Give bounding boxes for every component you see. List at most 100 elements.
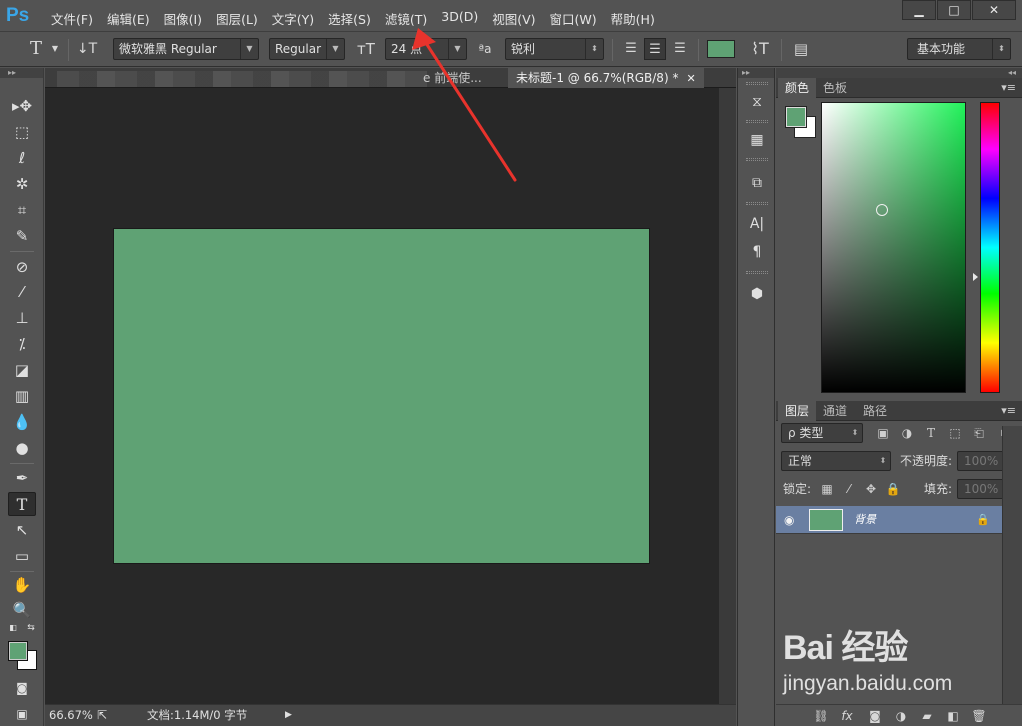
- blur-tool-icon[interactable]: 💧: [8, 410, 36, 434]
- lock-image-pixels-icon[interactable]: ⁄: [840, 479, 858, 499]
- pen-tool-icon[interactable]: ✒: [8, 466, 36, 490]
- type-tool-preset-icon[interactable]: T: [24, 38, 48, 60]
- antialias-value: 锐利: [511, 42, 536, 56]
- clone-source-panel-icon[interactable]: ⧉: [744, 171, 770, 195]
- menu-layer[interactable]: 图层(L): [209, 6, 265, 31]
- align-left-icon[interactable]: ☰: [620, 38, 642, 60]
- export-icon[interactable]: ⇱: [97, 705, 107, 726]
- filter-adjustment-icon[interactable]: ◑: [898, 423, 916, 443]
- magic-wand-tool-icon[interactable]: ✲: [8, 172, 36, 196]
- paragraph-panel-icon[interactable]: ¶: [744, 240, 770, 264]
- layer-filter-kind-select[interactable]: ρ 类型 ⬍: [781, 423, 863, 443]
- panel-menu-icon[interactable]: ▾≡: [1001, 78, 1016, 98]
- text-color-swatch[interactable]: [707, 40, 735, 58]
- healing-brush-tool-icon[interactable]: ⊘: [8, 255, 36, 279]
- lock-label: 锁定:: [783, 482, 812, 496]
- saturation-field[interactable]: [821, 102, 966, 393]
- 3d-panel-icon[interactable]: ⬢: [744, 282, 770, 306]
- chevron-updown-icon: ⬍: [992, 39, 1010, 59]
- properties-panel-icon[interactable]: ▦: [744, 128, 770, 152]
- lasso-tool-icon[interactable]: ℓ: [8, 146, 36, 170]
- menu-window[interactable]: 窗口(W): [543, 6, 604, 31]
- tab-layers[interactable]: 图层: [778, 401, 817, 421]
- maximize-button[interactable]: □: [937, 0, 971, 20]
- menu-file[interactable]: 文件(F): [44, 6, 100, 31]
- status-menu-arrow-icon[interactable]: ▶: [285, 705, 292, 726]
- tab-swatches[interactable]: 色板: [816, 78, 854, 98]
- quick-mask-icon[interactable]: ◙: [8, 676, 36, 700]
- color-picker-marker[interactable]: [876, 204, 888, 216]
- panel-menu-icon[interactable]: ▾≡: [1001, 401, 1016, 421]
- align-right-icon[interactable]: ☰: [669, 38, 691, 60]
- hue-slider[interactable]: [980, 102, 1000, 393]
- font-family-select[interactable]: 微软雅黑 Regular ▼: [113, 38, 259, 60]
- hand-tool-icon[interactable]: ✋: [8, 573, 36, 597]
- default-colors-icon[interactable]: ◧: [6, 622, 20, 634]
- toggle-orientation-icon[interactable]: ↓T: [76, 38, 98, 60]
- tab-channels[interactable]: 通道: [816, 401, 854, 421]
- foreground-color-swatch[interactable]: [8, 641, 28, 661]
- clone-stamp-tool-icon[interactable]: ⊥: [8, 306, 36, 330]
- character-panel-icon[interactable]: ▤: [790, 38, 812, 60]
- filter-shape-icon[interactable]: ⬚: [946, 423, 964, 443]
- filter-smart-object-icon[interactable]: ⎗: [970, 423, 988, 443]
- eye-icon[interactable]: ◉: [784, 506, 794, 534]
- tab-untitled-1[interactable]: 未标题-1 @ 66.7%(RGB/8) * ✕: [508, 68, 704, 88]
- character-panel-icon[interactable]: A|: [744, 212, 770, 236]
- eyedropper-tool-icon[interactable]: ✎: [8, 224, 36, 248]
- preset-dropdown-icon[interactable]: ▼: [49, 38, 61, 60]
- crop-tool-icon[interactable]: ⌗: [8, 198, 36, 222]
- close-tab-icon[interactable]: ✕: [686, 72, 695, 85]
- vertical-scrollbar[interactable]: [719, 88, 736, 704]
- warp-text-icon[interactable]: ⌇T: [749, 38, 771, 60]
- rectangle-tool-icon[interactable]: ▭: [8, 544, 36, 568]
- layer-row-background[interactable]: ◉ 背景 🔒: [776, 506, 1002, 534]
- close-button[interactable]: ✕: [972, 0, 1016, 20]
- move-tool-icon[interactable]: ▸✥: [8, 94, 36, 118]
- align-center-icon[interactable]: ☰: [644, 38, 666, 60]
- type-tool-icon[interactable]: T: [8, 492, 36, 516]
- document-canvas[interactable]: [114, 229, 649, 563]
- gradient-tool-icon[interactable]: ▥: [8, 384, 36, 408]
- screen-mode-icon[interactable]: ▣: [8, 702, 36, 726]
- menu-help[interactable]: 帮助(H): [604, 6, 662, 31]
- antialias-select[interactable]: 锐利 ⬍: [505, 38, 604, 60]
- brush-tool-icon[interactable]: ⁄: [8, 280, 36, 304]
- filter-type-icon[interactable]: T: [922, 423, 940, 443]
- history-brush-tool-icon[interactable]: ⁒: [8, 332, 36, 356]
- font-style-select[interactable]: Regular ▼: [269, 38, 345, 60]
- toolbox-grip[interactable]: ▸▸: [0, 68, 43, 78]
- tab-other-document[interactable]: e 前端使...: [415, 68, 490, 88]
- zoom-level[interactable]: 66.67%: [49, 705, 93, 726]
- blend-mode-select[interactable]: 正常 ⬍: [781, 451, 891, 471]
- menu-view[interactable]: 视图(V): [485, 6, 542, 31]
- watermark-logo: Bai 经验: [783, 629, 908, 667]
- lock-transparent-pixels-icon[interactable]: ▦: [818, 479, 836, 499]
- minimize-button[interactable]: ▁: [902, 0, 936, 20]
- tab-paths[interactable]: 路径: [856, 401, 894, 421]
- hue-slider-marker[interactable]: [973, 273, 978, 281]
- history-panel-icon[interactable]: ⧖: [744, 90, 770, 114]
- workspace-select[interactable]: 基本功能 ⬍: [907, 38, 1011, 60]
- menu-filter[interactable]: 滤镜(T): [378, 6, 434, 31]
- panel-grip[interactable]: ▸▸: [738, 68, 774, 78]
- path-selection-tool-icon[interactable]: ↖: [8, 518, 36, 542]
- marquee-tool-icon[interactable]: ⬚: [8, 120, 36, 144]
- zoom-tool-icon[interactable]: 🔍: [8, 598, 36, 622]
- dodge-tool-icon[interactable]: ●: [8, 436, 36, 460]
- swap-colors-icon[interactable]: ⇆: [24, 622, 38, 634]
- tab-color[interactable]: 颜色: [778, 78, 817, 98]
- lock-position-icon[interactable]: ✥: [862, 479, 880, 499]
- menu-3d[interactable]: 3D(D): [434, 6, 485, 31]
- menu-select[interactable]: 选择(S): [321, 6, 378, 31]
- lock-all-icon[interactable]: 🔒: [884, 479, 902, 499]
- window-controls: ▁ □ ✕: [901, 0, 1016, 20]
- filter-pixel-icon[interactable]: ▣: [874, 423, 892, 443]
- eraser-tool-icon[interactable]: ◪: [8, 358, 36, 382]
- menu-type[interactable]: 文字(Y): [265, 6, 321, 31]
- foreground-color-swatch[interactable]: [785, 106, 807, 128]
- font-size-select[interactable]: 24 点 ▼: [385, 38, 467, 60]
- menu-image[interactable]: 图像(I): [157, 6, 209, 31]
- panel-grip[interactable]: ◂◂: [776, 68, 1022, 78]
- menu-edit[interactable]: 编辑(E): [100, 6, 157, 31]
